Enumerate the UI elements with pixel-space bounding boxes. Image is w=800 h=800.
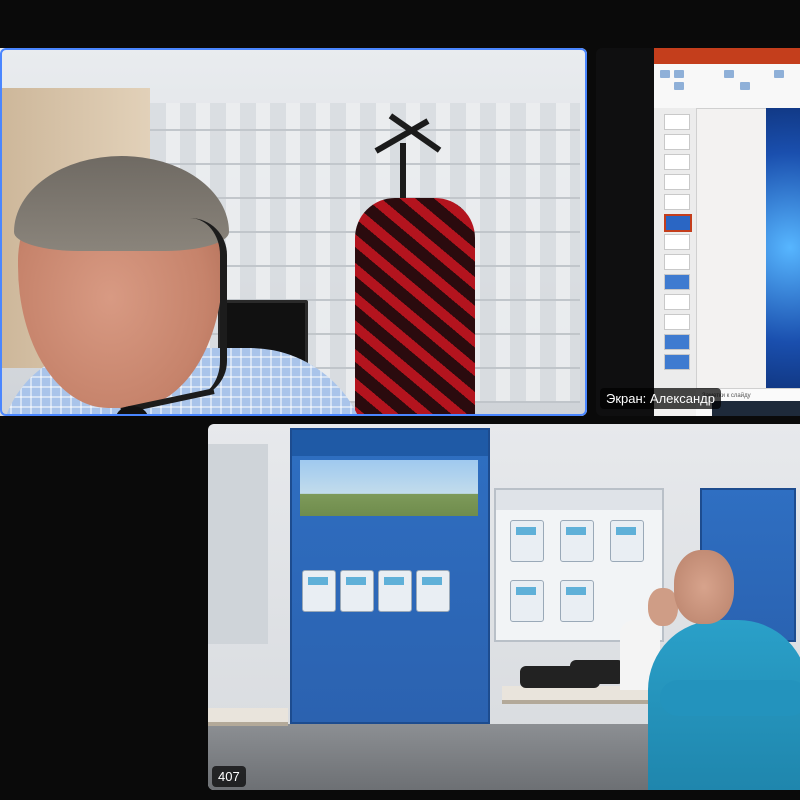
- slide-thumbnail-selected: [664, 214, 692, 232]
- video-tile-screen-share[interactable]: Заметки к слайду Экран: Александр: [596, 48, 800, 416]
- electric-meter: [340, 570, 374, 612]
- slide-thumbnail: [664, 234, 690, 250]
- slide-thumbnail-pane: [654, 108, 697, 388]
- electric-meter: [560, 520, 594, 562]
- slide-thumbnail: [664, 154, 690, 170]
- electric-meter: [610, 520, 644, 562]
- copy-icon: [674, 82, 684, 90]
- screen-share-label: Экран: Александр: [600, 388, 721, 409]
- video-tile-classroom[interactable]: 407: [208, 424, 800, 790]
- electric-meter: [378, 570, 412, 612]
- ppt-titlebar: [654, 48, 800, 64]
- slide-thumbnail: [664, 134, 690, 150]
- current-slide-canvas: [766, 108, 800, 416]
- headset-icon: [190, 218, 227, 398]
- training-stand-secondary: [494, 488, 664, 642]
- electric-meter: [510, 580, 544, 622]
- layout-icon: [740, 82, 750, 90]
- slide-thumbnail: [664, 274, 690, 290]
- chair: [570, 660, 624, 684]
- slide-thumbnail: [664, 174, 690, 190]
- student-foreground-head: [674, 550, 734, 624]
- paste-icon: [660, 70, 670, 78]
- ppt-ribbon: [654, 64, 800, 109]
- cut-icon: [674, 70, 684, 78]
- shared-powerpoint-window: Заметки к слайду: [654, 48, 800, 416]
- slide-thumbnail: [664, 354, 690, 370]
- desk: [208, 708, 288, 726]
- electric-meter: [416, 570, 450, 612]
- stand-header: [496, 490, 662, 510]
- video-tile-presenter[interactable]: [0, 48, 587, 416]
- slide-thumbnail: [664, 314, 690, 330]
- stand-header: [292, 430, 488, 456]
- slide-thumbnail: [664, 114, 690, 130]
- electric-meter: [560, 580, 594, 622]
- slide-thumbnail: [664, 194, 690, 210]
- wall-equipment-panel: [208, 444, 268, 644]
- video-conference-gallery: Заметки к слайду Экран: Александр 407: [0, 0, 800, 800]
- stand-illustration: [300, 460, 478, 516]
- slide-thumbnail: [664, 294, 690, 310]
- slide-thumbnail: [664, 334, 690, 350]
- electric-meter: [510, 520, 544, 562]
- font-icon: [774, 70, 784, 78]
- participant-count-badge: 407: [212, 766, 246, 787]
- slide-thumbnail: [664, 254, 690, 270]
- hanging-jacket: [355, 198, 475, 416]
- student-crossed-arms: [660, 680, 800, 716]
- windows-taskbar: [712, 401, 800, 416]
- electric-meter: [302, 570, 336, 612]
- training-stand-main: [290, 428, 490, 724]
- new-slide-icon: [724, 70, 734, 78]
